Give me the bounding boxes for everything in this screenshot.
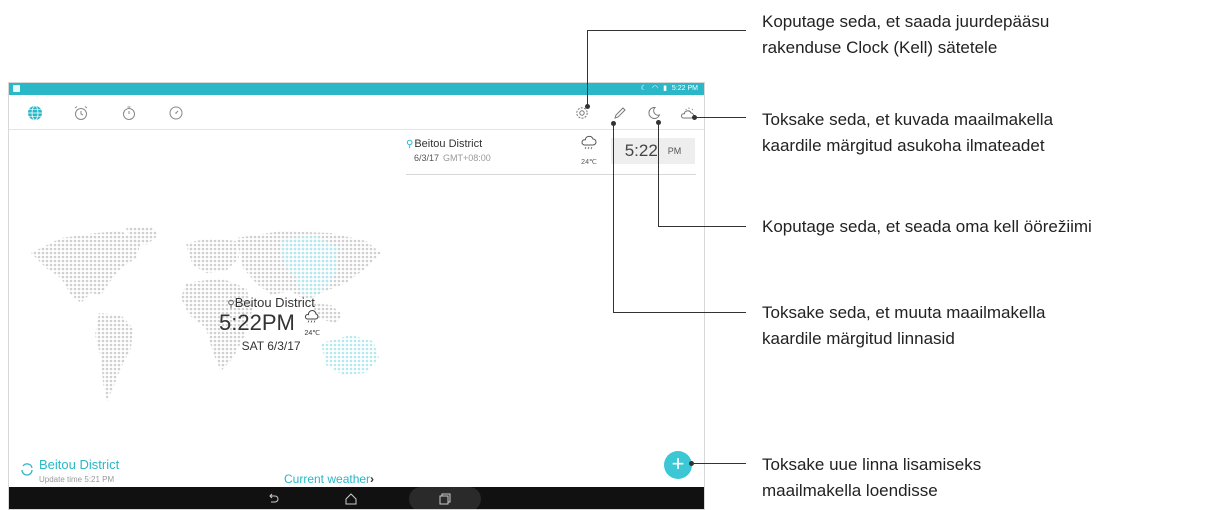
callout-add: Toksake uue linna lisamiseks maailmakell… (762, 455, 982, 500)
overlay-temp: 24℃ (304, 330, 321, 337)
overlay-city-name: Beitou District (234, 295, 315, 310)
status-time: 5:22 PM (671, 84, 698, 92)
overlay-time: 5:22PM (219, 310, 295, 335)
city-card[interactable]: ⚲Beitou District 6/3/17 GMT+08:00 24℃ 5:2… (406, 135, 696, 175)
card-temp: 24℃ (581, 159, 597, 166)
callout-weather: Toksake seda, et kuvada maailmakella kaa… (762, 110, 1054, 155)
current-weather-label: Current weather (284, 472, 371, 486)
current-weather-link[interactable]: Current weather› (284, 472, 374, 486)
card-ampm: PM (667, 146, 682, 156)
leader-night (658, 122, 659, 226)
overlay-date: SAT 6/3/17 (241, 339, 301, 353)
moon-status-icon: ☾ (640, 85, 647, 92)
update-time: Update time 5:21 PM (39, 475, 115, 484)
wifi-icon: ◠ (651, 85, 659, 92)
alarm-clock-icon[interactable] (71, 103, 91, 123)
back-icon[interactable] (261, 491, 285, 507)
world-map[interactable] (21, 223, 401, 433)
timer-icon[interactable] (166, 103, 186, 123)
toolbar (9, 95, 704, 131)
card-time: 5:22 (624, 141, 658, 160)
leader-settings-h (587, 30, 746, 31)
chevron-right-icon: › (370, 472, 375, 486)
leader-edit-h (613, 312, 746, 313)
card-weather[interactable]: 24℃ (578, 135, 600, 166)
card-date: 6/3/17 (414, 153, 440, 163)
battery-icon: ▮ (663, 85, 667, 92)
notification-icon (13, 85, 20, 92)
location-pin-icon: ⚲ (406, 139, 414, 150)
add-city-button[interactable]: + (664, 451, 692, 479)
card-city-name: Beitou District (414, 138, 483, 150)
callout-settings: Koputage seda, et saada juurdepääsu rake… (762, 12, 1050, 57)
night-mode-moon-icon[interactable] (644, 103, 664, 123)
home-icon[interactable] (339, 491, 363, 507)
rain-cloud-icon (581, 135, 597, 150)
leader-edit (613, 124, 614, 312)
callout-edit: Toksake seda, et muuta maailmakella kaar… (762, 303, 1046, 348)
toolbar-divider (9, 129, 704, 130)
location-pin-icon: ⚲ (227, 299, 235, 310)
map-city-overlay: ⚲Beitou District 5:22PM 24℃ SAT 6/3/17 (219, 295, 323, 353)
card-time-box: 5:22 PM (611, 138, 695, 164)
leader-settings (587, 30, 588, 106)
globe-icon[interactable] (25, 103, 45, 123)
tablet-screen: ☾ ◠ ▮ 5:22 PM ⚲Beitou District 6/3/17 GM… (8, 82, 705, 510)
status-bar: ☾ ◠ ▮ 5:22 PM (9, 83, 704, 95)
refresh-icon[interactable] (19, 461, 35, 477)
edit-pencil-icon[interactable] (610, 103, 630, 123)
leader-weather (695, 117, 746, 118)
recent-apps-icon[interactable] (433, 491, 457, 507)
leader-add (692, 463, 746, 464)
stopwatch-icon[interactable] (119, 103, 139, 123)
navigation-bar (9, 487, 704, 509)
weather-icon[interactable] (677, 103, 697, 123)
rain-cloud-icon (305, 310, 319, 323)
callout-night: Koputage seda, et seada oma kell öörežii… (762, 217, 1092, 236)
card-gmt: GMT+08:00 (443, 153, 491, 163)
leader-night-h (658, 226, 746, 227)
bottom-city-name: Beitou District (39, 457, 120, 472)
overlay-weather: 24℃ (301, 310, 323, 337)
